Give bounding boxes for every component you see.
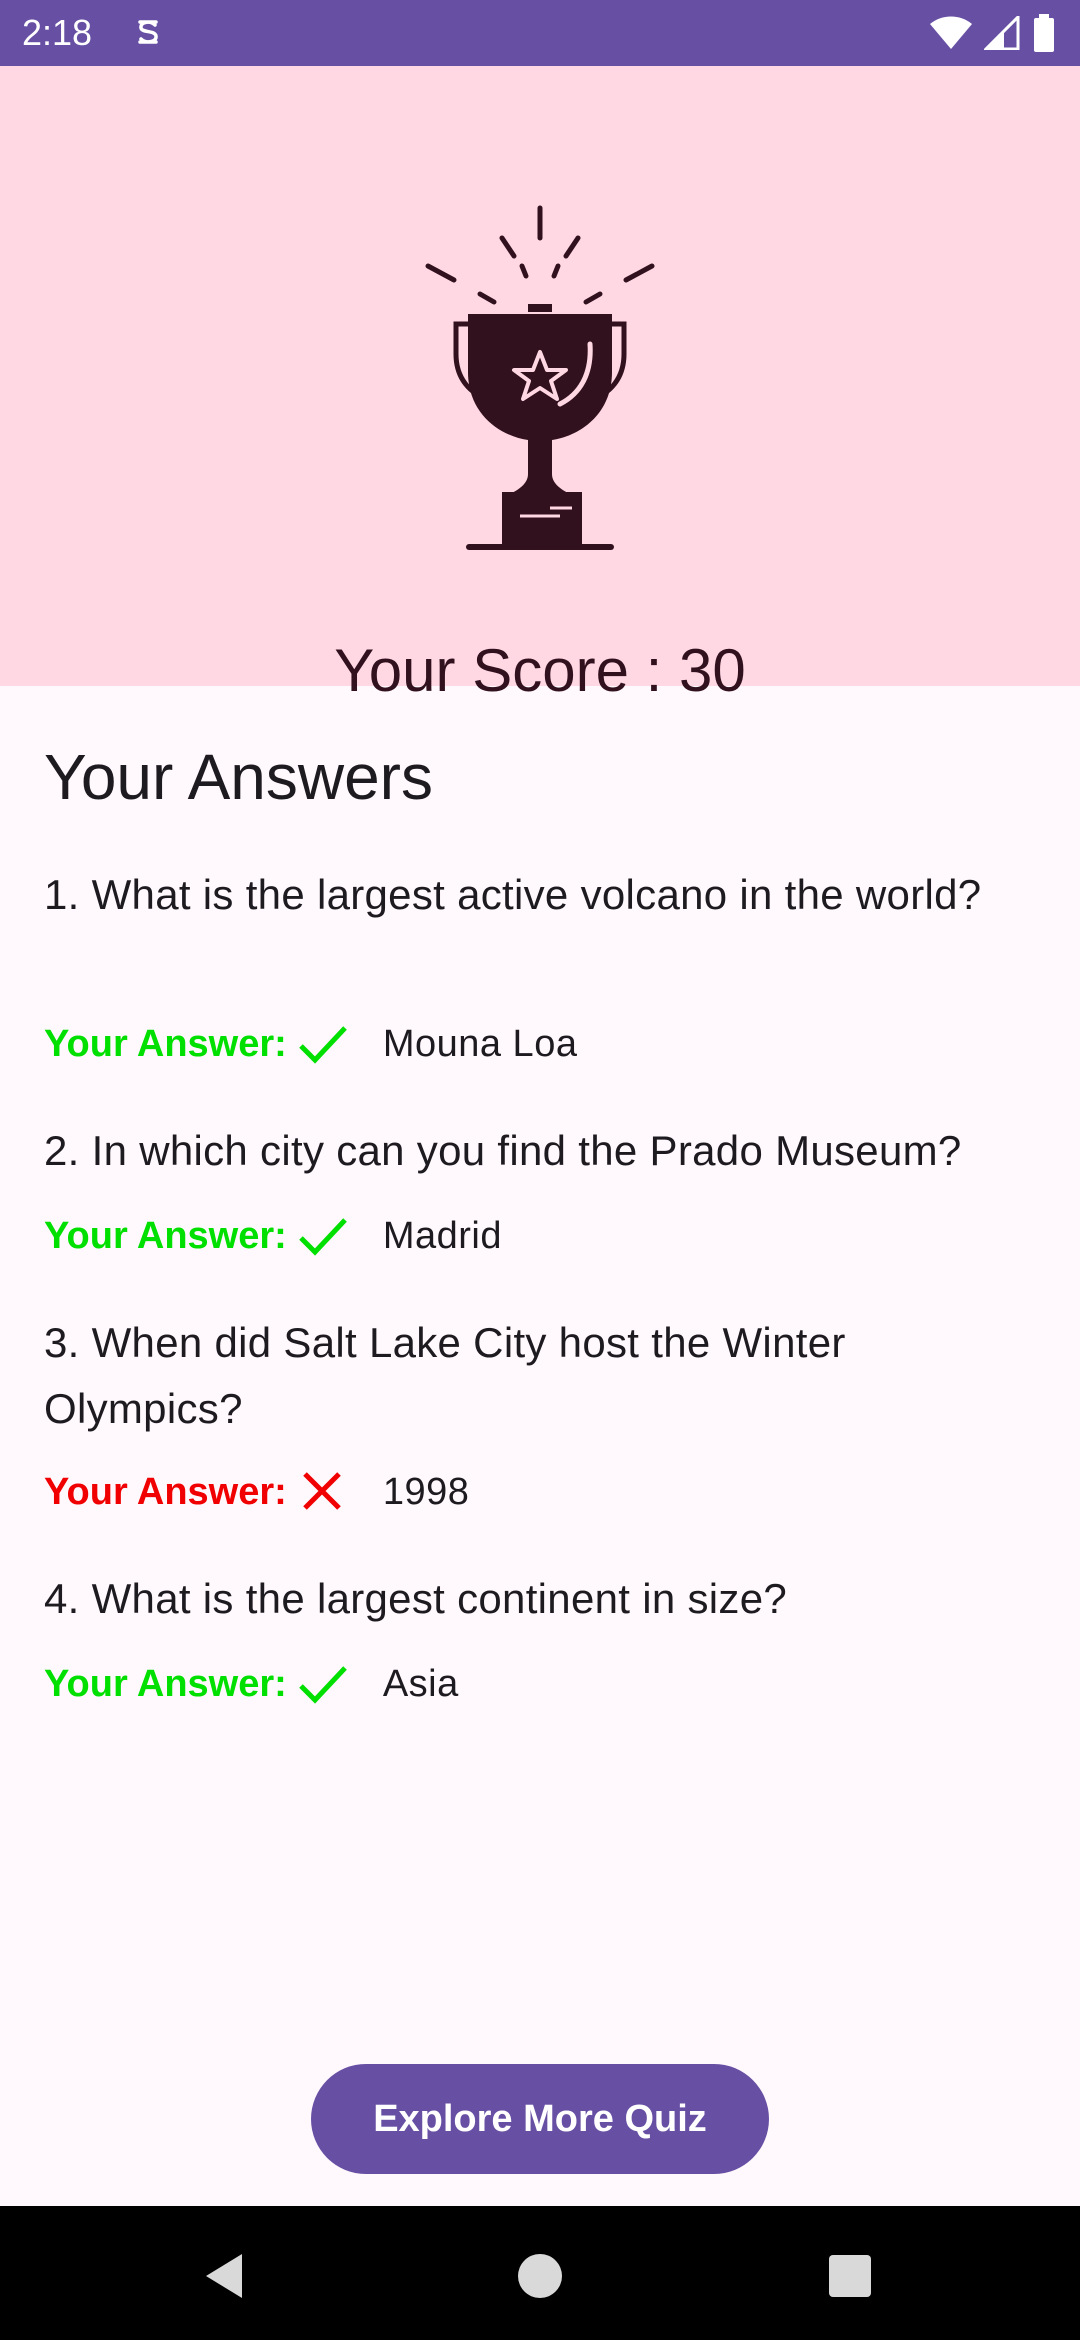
home-icon[interactable] [510, 2246, 570, 2306]
trophy-icon [425, 205, 655, 550]
signal-icon [984, 16, 1020, 50]
answer-row-4: Your Answer: Asia [44, 1654, 459, 1714]
answer-label-3: Your Answer: [44, 1470, 287, 1513]
navigation-bar [0, 2206, 1080, 2340]
answers-title: Your Answers [44, 741, 433, 813]
question-4: 4. What is the largest continent in size… [44, 1575, 788, 1622]
answer-label-4: Your Answer: [44, 1662, 287, 1705]
answer-row-2: Your Answer: Madrid [44, 1206, 502, 1266]
back-icon[interactable] [196, 2246, 256, 2306]
answer-label-1: Your Answer: [44, 1022, 287, 1065]
battery-icon [1034, 14, 1054, 52]
question-1: 1. What is the largest active volcano in… [44, 871, 982, 918]
answer-value-2: Madrid [382, 1214, 502, 1257]
answer-row-3: Your Answer: 1998 [44, 1462, 469, 1522]
question-2: 2. In which city can you find the Prado … [44, 1127, 962, 1174]
explore-more-quiz-button[interactable]: Explore More Quiz [311, 2064, 769, 2174]
status-bar: 2:18 [0, 0, 1080, 66]
score-text: Your Score : 30 [334, 637, 746, 704]
answer-value-3: 1998 [382, 1470, 470, 1513]
answer-value-1: Mouna Loa [382, 1022, 578, 1065]
question-3: 3. When did Salt Lake City host the Wint… [44, 1319, 846, 1432]
check-icon [299, 1026, 347, 1064]
answer-row-1: Your Answer: Mouna Loa [44, 1014, 577, 1074]
score-header: Your Score : 30 [0, 66, 1080, 704]
check-icon [299, 1218, 347, 1256]
notification-s-icon [138, 20, 158, 44]
answer-value-4: Asia [382, 1662, 459, 1705]
status-icons [930, 12, 1056, 54]
wifi-icon [930, 16, 972, 49]
status-time: 2:18 [22, 12, 93, 53]
cross-icon [303, 1472, 341, 1510]
recents-icon[interactable] [820, 2246, 880, 2306]
check-icon [299, 1666, 347, 1704]
answer-label-2: Your Answer: [44, 1214, 287, 1257]
